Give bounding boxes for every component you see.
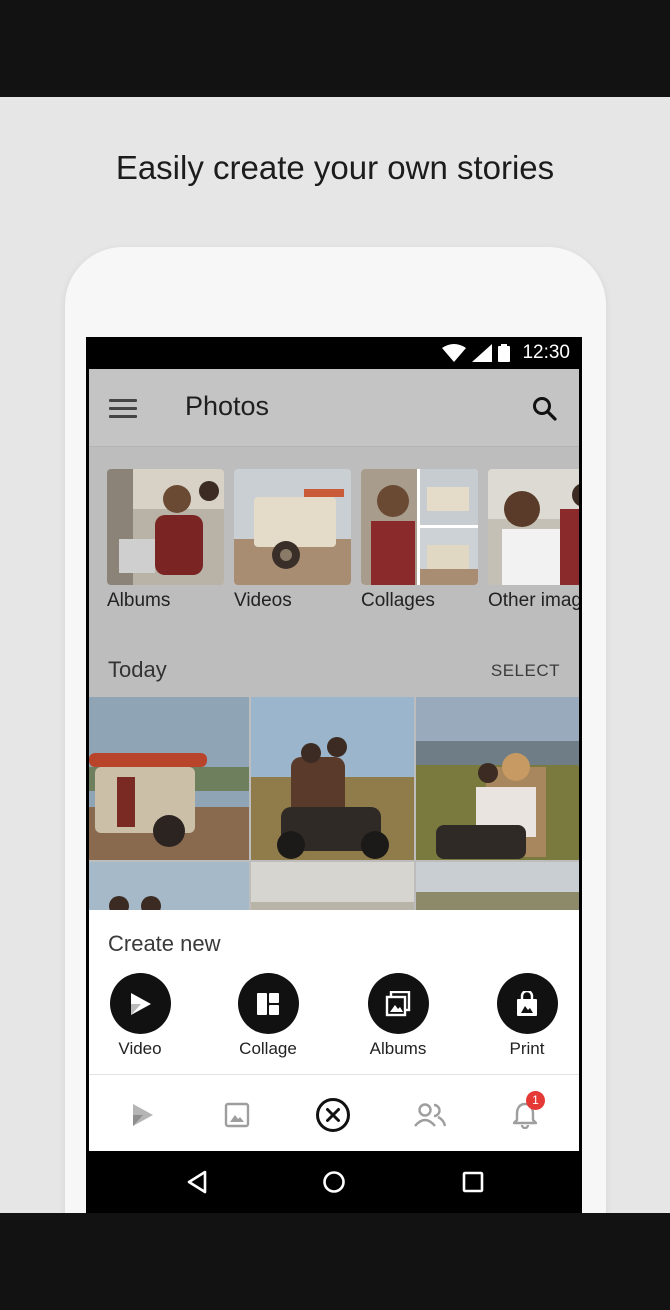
home-button[interactable]	[319, 1167, 349, 1197]
create-albums-button[interactable]: Albums	[353, 973, 443, 1059]
category-row: Albums Videos Collages Other imag	[107, 469, 579, 619]
image-icon	[224, 1102, 250, 1128]
nav-photos-tab[interactable]	[215, 1093, 259, 1137]
create-label: Albums	[369, 1039, 427, 1058]
collages-thumbnail	[361, 469, 478, 585]
close-circle-icon	[316, 1098, 350, 1132]
sheet-divider	[89, 1074, 579, 1075]
photos-app: Photos Albums Videos Collages Other imag…	[89, 369, 579, 1151]
wifi-icon	[442, 344, 467, 362]
bottom-letterbox	[0, 1213, 670, 1310]
menu-icon[interactable]	[109, 399, 137, 419]
app-title: Photos	[185, 391, 270, 421]
create-print-button[interactable]: Print	[482, 973, 572, 1059]
category-label: Collages	[361, 590, 435, 611]
create-label: Print	[509, 1039, 545, 1058]
albums-icon	[367, 973, 429, 1034]
category-albums[interactable]: Albums	[107, 469, 224, 612]
category-videos[interactable]: Videos	[234, 469, 351, 612]
select-button[interactable]: SELECT	[491, 661, 560, 681]
nav-movies-tab[interactable]	[120, 1093, 164, 1137]
create-label: Collage	[239, 1039, 297, 1058]
sheet-title: Create new	[108, 931, 221, 956]
category-label: Videos	[234, 590, 292, 611]
category-label: Albums	[107, 590, 171, 611]
back-triangle-icon	[187, 1170, 207, 1194]
video-play-icon	[109, 973, 171, 1034]
create-label: Video	[118, 1039, 162, 1058]
status-time: 12:30	[522, 342, 570, 363]
home-circle-icon	[323, 1171, 345, 1193]
nav-close-create-button[interactable]	[311, 1093, 355, 1137]
nav-sharing-tab[interactable]	[408, 1093, 452, 1137]
create-collage-button[interactable]: Collage	[223, 973, 313, 1059]
category-collages[interactable]: Collages	[361, 469, 478, 612]
top-letterbox	[0, 0, 670, 97]
status-bar: 12:30	[86, 337, 582, 369]
recents-button[interactable]	[458, 1167, 488, 1197]
photo-tile[interactable]	[251, 697, 414, 860]
back-button[interactable]	[182, 1167, 212, 1197]
search-icon[interactable]	[531, 395, 559, 423]
albums-thumbnail	[107, 469, 224, 585]
photo-tile[interactable]	[89, 697, 249, 860]
notification-badge: 1	[526, 1091, 545, 1110]
battery-icon	[498, 344, 511, 362]
video-play-icon	[133, 1104, 153, 1126]
promo-card: Easily create your own stories 12:30 Pho…	[0, 97, 670, 1213]
collage-icon	[237, 973, 299, 1034]
category-other-images[interactable]: Other imag	[488, 469, 579, 612]
videos-thumbnail	[234, 469, 351, 585]
other-images-thumbnail	[488, 469, 579, 585]
signal-icon	[472, 344, 493, 362]
create-video-button[interactable]: Video	[95, 973, 185, 1059]
promo-headline: Easily create your own stories	[115, 149, 555, 186]
app-bar: Photos	[89, 369, 579, 447]
section-title: Today	[108, 657, 167, 682]
system-nav-bar	[86, 1151, 582, 1213]
recents-square-icon	[462, 1171, 484, 1193]
phone-screen: 12:30 Photos Albums Videos Collages Othe…	[86, 337, 582, 1213]
category-label: Other imag	[488, 590, 579, 611]
people-icon	[414, 1103, 447, 1127]
create-new-sheet: Create new Video Collage Albums Print 1	[89, 910, 579, 1151]
nav-notifications-tab[interactable]: 1	[503, 1091, 547, 1137]
photo-tile[interactable]	[416, 697, 579, 860]
print-bag-icon	[496, 973, 558, 1034]
